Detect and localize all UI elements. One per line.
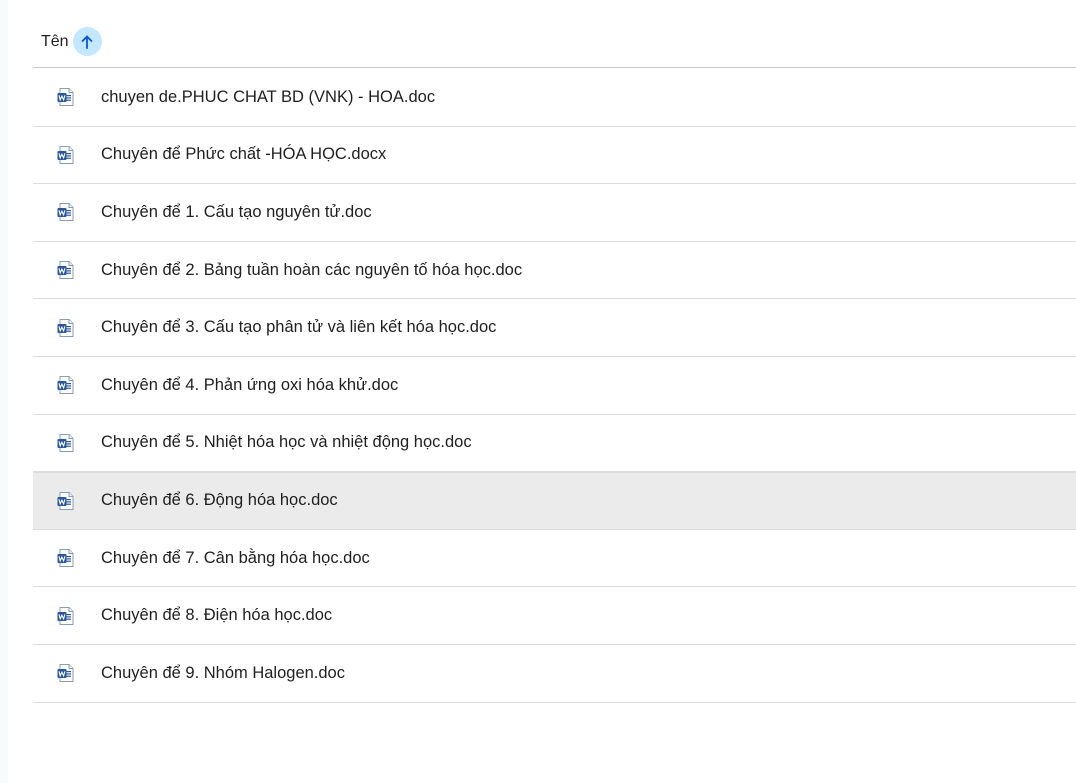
word-document-icon [56,433,76,453]
word-document-icon [56,202,76,222]
word-document-icon [56,663,76,683]
file-name: Chuyên để 9. Nhóm Halogen.doc [101,663,345,682]
word-document-icon [56,548,76,568]
file-row[interactable]: Chuyên để Phức chất -HÓA HỌC.docx [33,127,1076,185]
file-name: Chuyên để 3. Cấu tạo phân tử và liên kết… [101,318,497,337]
drive-file-list-page: Tên chuyen de.PHUC CHAT BD (VNK) - HOA.d… [0,0,1076,783]
name-column-header[interactable]: Tên [41,33,69,51]
word-document-icon [56,260,76,280]
file-row[interactable]: Chuyên để 3. Cấu tạo phân tử và liên kết… [33,299,1076,357]
left-rail [0,0,8,783]
file-row[interactable]: Chuyên để 2. Bảng tuần hoàn các nguyên t… [33,242,1076,300]
word-document-icon [56,87,76,107]
file-row[interactable]: chuyen de.PHUC CHAT BD (VNK) - HOA.doc [33,69,1076,127]
file-row[interactable]: Chuyên để 9. Nhóm Halogen.doc [33,645,1076,703]
file-name: Chuyên để Phức chất -HÓA HỌC.docx [101,145,387,164]
filter-chips [0,0,1076,1]
file-name: Chuyên để 1. Cấu tạo nguyên tử.doc [101,202,372,221]
file-name: Chuyên để 4. Phản ứng oxi hóa khử.doc [101,375,399,394]
file-row[interactable]: Chuyên để 7. Cân bằng hóa học.doc [33,530,1076,588]
sort-direction-button[interactable] [72,27,102,56]
file-name: Chuyên để 7. Cân bằng hóa học.doc [101,548,370,567]
file-name: chuyen de.PHUC CHAT BD (VNK) - HOA.doc [101,87,436,106]
file-row[interactable]: Chuyên để 5. Nhiệt hóa học và nhiệt động… [33,415,1076,473]
word-document-icon [56,375,76,395]
file-list: chuyen de.PHUC CHAT BD (VNK) - HOA.doc Ch… [33,69,1076,703]
word-document-icon [56,318,76,338]
file-row[interactable]: Chuyên để 8. Điện hóa học.doc [33,587,1076,645]
file-row[interactable]: Chuyên để 4. Phản ứng oxi hóa khử.doc [33,357,1076,415]
list-header: Tên [33,16,1076,68]
file-name: Chuyên để 2. Bảng tuần hoàn các nguyên t… [101,260,523,279]
file-name: Chuyên để 5. Nhiệt hóa học và nhiệt động… [101,433,472,452]
file-row[interactable]: Chuyên để 1. Cấu tạo nguyên tử.doc [33,184,1076,242]
file-name: Chuyên để 8. Điện hóa học.doc [101,606,333,625]
file-row[interactable]: Chuyên để 6. Động hóa học.doc [33,472,1076,530]
arrow-up-icon [81,34,93,49]
file-name: Chuyên để 6. Động hóa học.doc [101,491,338,510]
word-document-icon [56,491,76,511]
word-document-icon [56,606,76,626]
word-document-icon [56,145,76,165]
